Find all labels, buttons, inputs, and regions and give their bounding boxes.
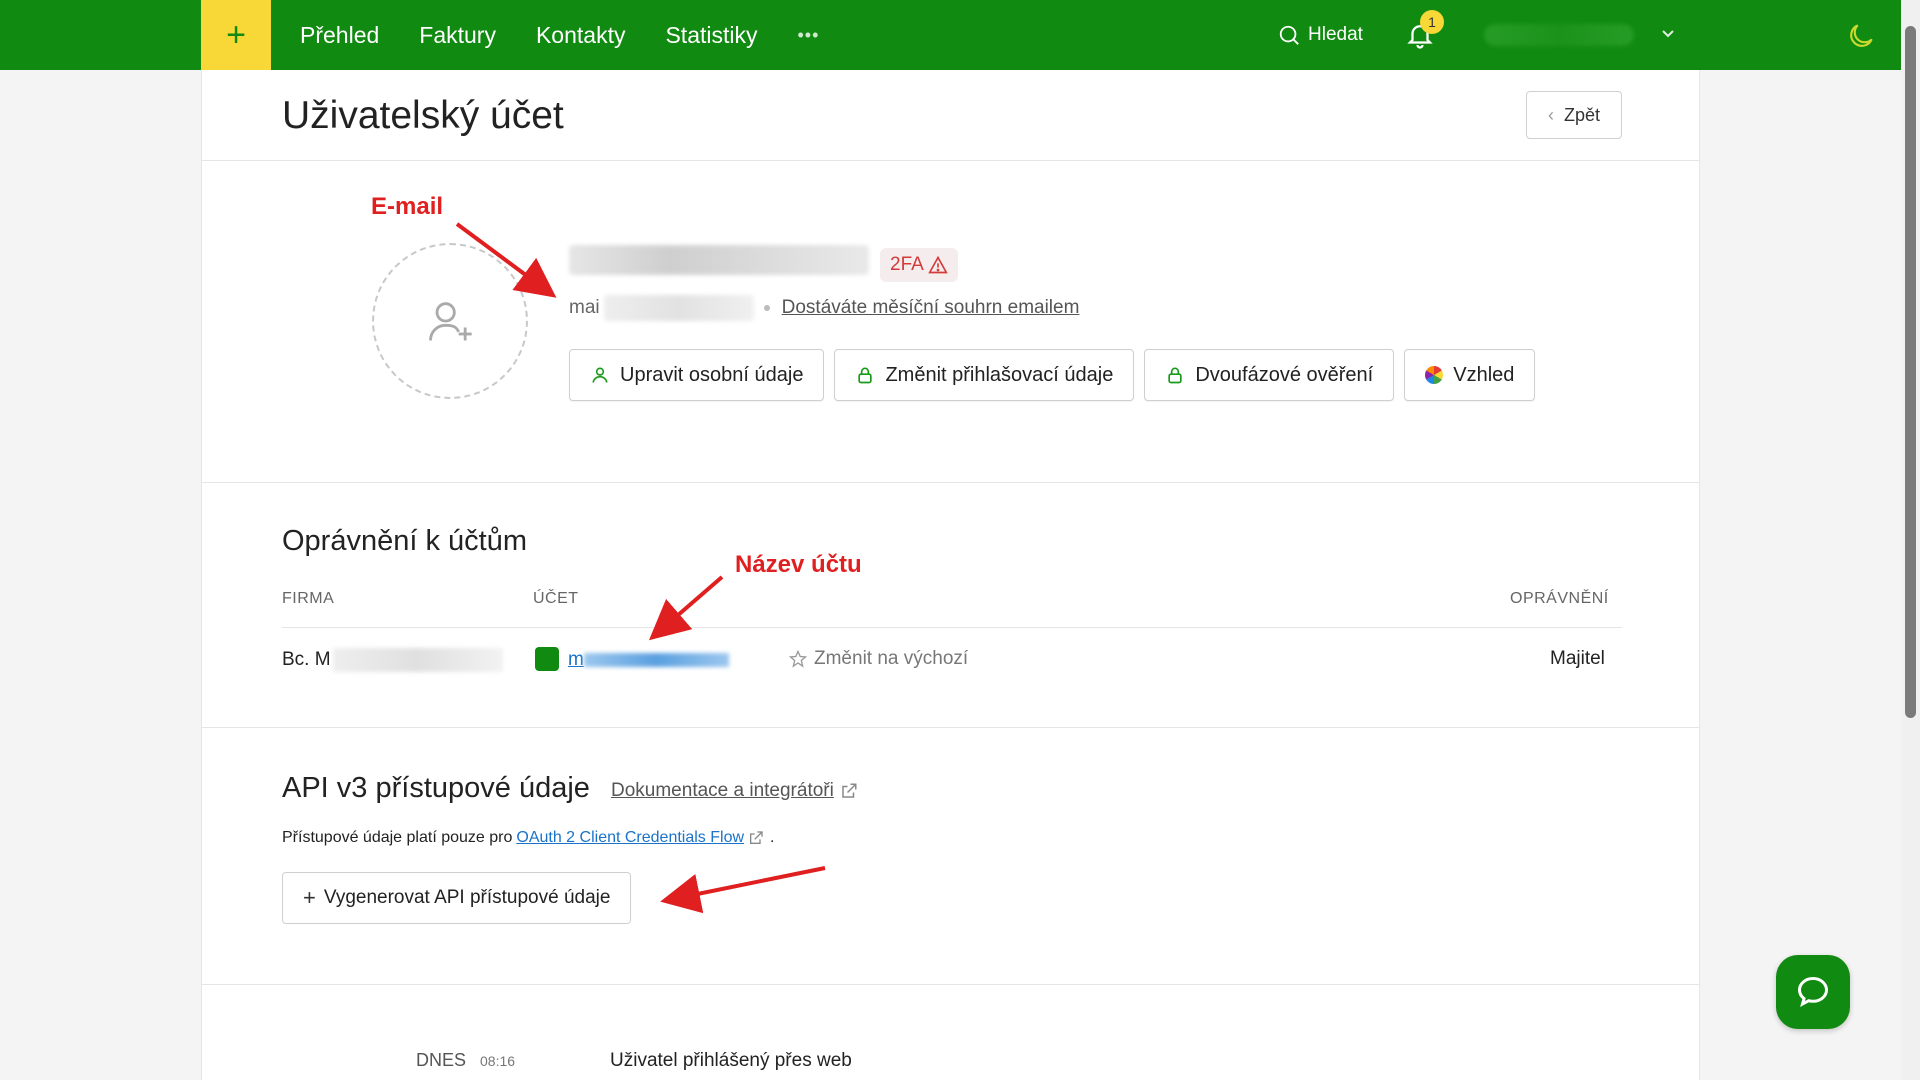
nav-item-faktury[interactable]: Faktury: [419, 22, 496, 49]
oauth-flow-label: OAuth 2 Client Credentials Flow: [516, 829, 745, 846]
table-divider: [282, 627, 1622, 628]
annotation-account-name-label: Název účtu: [735, 551, 862, 578]
notification-count-badge: 1: [1420, 10, 1444, 34]
user-account-name-redacted[interactable]: [1484, 24, 1634, 46]
account-name-redacted: [583, 653, 729, 667]
column-header-account: ÚČET: [533, 590, 579, 607]
company-name-prefix: Bc. M: [282, 649, 331, 670]
user-name-redacted: [569, 245, 869, 275]
change-login-button[interactable]: Změnit přihlašovací údaje: [834, 349, 1135, 401]
role-cell: Majitel: [1550, 648, 1605, 669]
nav-item-statistiky[interactable]: Statistiky: [665, 22, 757, 49]
account-name-link[interactable]: m: [568, 649, 729, 671]
api-docs-label: Dokumentace a integrátoři: [611, 780, 834, 801]
search-icon: [1279, 25, 1299, 45]
divider: [202, 160, 1699, 161]
profile-actions: Upravit osobní údaje Změnit přihlašovací…: [569, 349, 1536, 401]
oauth-flow-link[interactable]: OAuth 2 Client Credentials Flow: [516, 829, 764, 847]
back-button[interactable]: ‹ Zpět: [1526, 91, 1622, 139]
edit-personal-details-button[interactable]: Upravit osobní údaje: [569, 349, 825, 401]
separator-dot: [763, 305, 770, 311]
divider: [202, 482, 1699, 483]
page-title: Uživatelský účet: [282, 94, 564, 137]
star-icon: [788, 649, 808, 668]
color-wheel-icon: [1425, 366, 1444, 384]
company-cell: Bc. M: [282, 648, 503, 672]
search-label: Hledat: [1308, 24, 1363, 45]
support-chat-button[interactable]: [1776, 955, 1850, 1029]
two-factor-auth-button[interactable]: Dvoufázové ověření: [1144, 349, 1395, 401]
email-prefix: mai: [569, 297, 600, 318]
chevron-left-icon: ‹: [1547, 104, 1554, 125]
user-icon: [592, 367, 608, 383]
divider: [202, 727, 1699, 728]
chevron-down-icon[interactable]: [1660, 26, 1676, 42]
lock-icon: [1168, 367, 1183, 384]
external-link-icon: [842, 783, 857, 798]
external-link-icon: [750, 831, 763, 844]
edit-personal-label: Upravit osobní údaje: [620, 363, 804, 386]
activity-day: DNES: [416, 1050, 467, 1070]
more-menu-icon[interactable]: •••: [798, 25, 820, 46]
account-name-prefix: m: [568, 649, 584, 670]
make-default-label: Změnit na výchozí: [814, 648, 969, 669]
make-default-button[interactable]: Změnit na výchozí: [788, 648, 968, 670]
email-row: mai Dostáváte měsíční souhrn emailem: [569, 295, 1079, 321]
moon-icon[interactable]: [1845, 20, 1877, 52]
page-scrollbar[interactable]: [1901, 0, 1920, 1080]
main-content-card: Uživatelský účet ‹ Zpět 2FA mai Dostávát…: [201, 70, 1700, 1080]
avatar-upload[interactable]: [372, 243, 528, 399]
two-factor-label: Dvoufázové ověření: [1195, 363, 1374, 386]
two-factor-status-badge: 2FA: [880, 248, 958, 282]
create-new-button[interactable]: +: [201, 0, 271, 70]
activity-text: Uživatel přihlášený přes web: [610, 1050, 852, 1071]
plus-icon: +: [303, 885, 316, 910]
nav-item-kontakty[interactable]: Kontakty: [536, 22, 626, 49]
top-navigation-bar: + Přehled Faktury Kontakty Statistiky ••…: [0, 0, 1901, 70]
permissions-section-title: Oprávnění k účtům: [282, 525, 527, 557]
search-button[interactable]: Hledat: [1278, 0, 1363, 70]
api-note-suffix: .: [770, 829, 775, 846]
change-login-label: Změnit přihlašovací údaje: [885, 363, 1114, 386]
company-name-redacted: [332, 648, 503, 672]
divider: [202, 984, 1699, 985]
scrollbar-thumb[interactable]: [1905, 26, 1916, 718]
tfa-label: 2FA: [890, 254, 924, 275]
api-note-prefix: Přístupové údaje platí pouze pro: [282, 829, 513, 846]
activity-time: 08:16: [480, 1053, 516, 1069]
generate-api-credentials-button[interactable]: + Vygenerovat API přístupové údaje: [282, 872, 632, 924]
main-nav: Přehled Faktury Kontakty Statistiky •••: [300, 0, 819, 70]
annotation-email-label: E-mail: [371, 193, 444, 220]
column-header-company: FIRMA: [282, 590, 335, 607]
appearance-label: Vzhled: [1453, 363, 1515, 386]
account-color-square: [535, 647, 559, 671]
chat-bubble-icon: [1797, 976, 1829, 1007]
appearance-button[interactable]: Vzhled: [1404, 349, 1536, 401]
back-label: Zpět: [1563, 104, 1601, 125]
column-header-permission: OPRÁVNĚNÍ: [1510, 590, 1609, 607]
monthly-summary-link[interactable]: Dostáváte měsíční souhrn emailem: [782, 297, 1080, 319]
warning-icon: [928, 255, 948, 274]
email-redacted: [603, 295, 754, 321]
api-section-title: API v3 přístupové údaje: [282, 772, 590, 804]
nav-item-prehled[interactable]: Přehled: [300, 22, 379, 49]
lock-icon: [858, 367, 873, 384]
generate-api-label: Vygenerovat API přístupové údaje: [323, 887, 611, 908]
add-user-icon: [429, 302, 472, 341]
api-docs-link[interactable]: Dokumentace a integrátoři: [611, 780, 858, 802]
api-note: Přístupové údaje platí pouze pro OAuth 2…: [282, 829, 774, 847]
